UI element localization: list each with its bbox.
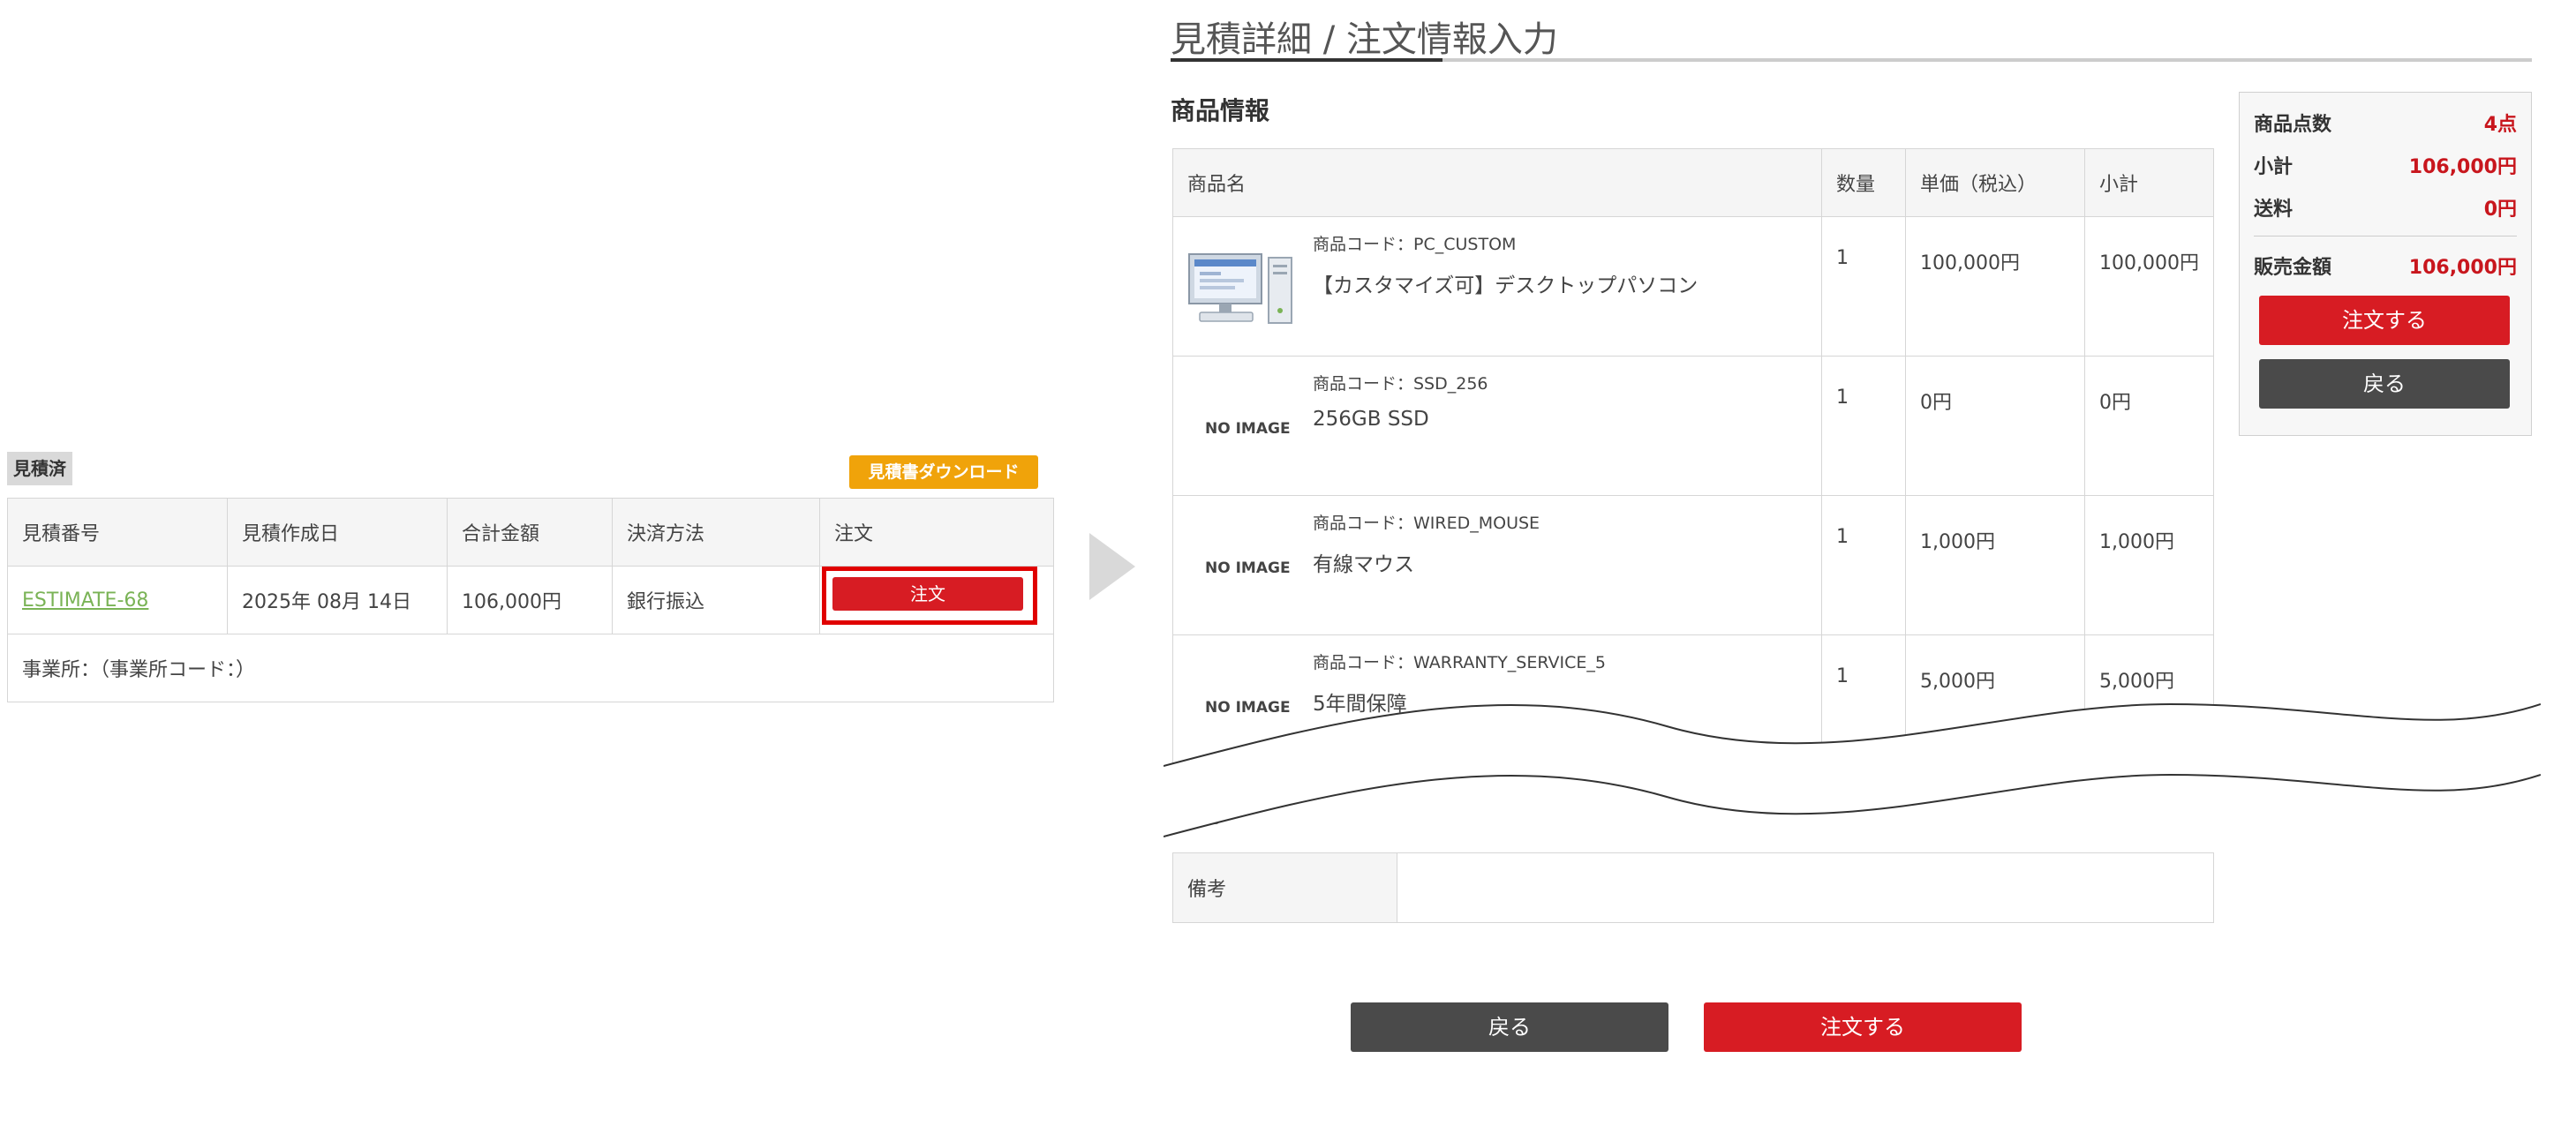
product-code: 商品コード：PC_CUSTOM xyxy=(1313,235,1517,254)
note-table: 備考 xyxy=(1172,852,2214,923)
estimate-number-link[interactable]: ESTIMATE-68 xyxy=(22,589,148,612)
section-title: 商品情報 xyxy=(1171,96,1270,125)
product-name: 256GB SSD xyxy=(1313,408,1429,431)
col-payment: 決済方法 xyxy=(612,498,820,567)
no-image-placeholder: NO IMAGE xyxy=(1205,559,1291,577)
back-button[interactable]: 戻る xyxy=(1351,1002,1668,1052)
product-code: 商品コード：WARRANTY_SERVICE_5 xyxy=(1313,653,1606,672)
product-cell: NO IMAGE 商品コード：SSD_256 256GB SSD xyxy=(1172,356,1822,496)
table-row: ESTIMATE-68 2025年 08月 14日 106,000円 銀行振込 … xyxy=(7,566,1054,634)
summary-subtotal-label: 小計 xyxy=(2254,156,2294,178)
product-subtotal: 100,000円 xyxy=(2084,216,2214,357)
note-label: 備考 xyxy=(1172,852,1397,923)
estimate-table: 見積番号 見積作成日 合計金額 決済方法 注文 ESTIMATE-68 2025… xyxy=(7,498,1054,702)
product-qty: 1 xyxy=(1821,356,1906,496)
col-subtotal: 小計 xyxy=(2084,148,2214,217)
col-estimate-number: 見積番号 xyxy=(7,498,228,567)
product-subtotal: 0円 xyxy=(2084,356,2214,496)
product-code: 商品コード：SSD_256 xyxy=(1313,374,1488,394)
estimate-download-button[interactable]: 見積書ダウンロード xyxy=(849,455,1038,489)
summary-back-button[interactable]: 戻る xyxy=(2259,359,2510,409)
summary-subtotal-value: 106,000円 xyxy=(2408,156,2517,178)
col-total: 合計金額 xyxy=(447,498,613,567)
summary-order-button[interactable]: 注文する xyxy=(2259,296,2510,345)
status-badge: 見積済 xyxy=(7,452,72,485)
product-qty: 1 xyxy=(1821,495,1906,635)
estimate-date: 2025年 08月 14日 xyxy=(227,566,448,634)
order-cell: 注文 xyxy=(819,566,1054,634)
product-cell: NO IMAGE 商品コード：WIRED_MOUSE 有線マウス xyxy=(1172,495,1822,635)
summary-subtotal: 小計 106,000円 xyxy=(2254,151,2517,179)
col-order: 注文 xyxy=(819,498,1054,567)
page-title: 見積詳細 / 注文情報入力 xyxy=(1171,19,1558,60)
product-cell: 商品コード：PC_CUSTOM 【カスタマイズ可】デスクトップパソコン xyxy=(1172,216,1822,357)
payment-method: 銀行振込 xyxy=(612,566,820,634)
product-qty: 1 xyxy=(1821,216,1906,357)
office-info: 事業所：（事業所コード：） xyxy=(7,634,1054,702)
place-order-button[interactable]: 注文する xyxy=(1704,1002,2022,1052)
product-code: 商品コード：WIRED_MOUSE xyxy=(1313,514,1540,533)
product-subtotal: 1,000円 xyxy=(2084,495,2214,635)
col-product-name: 商品名 xyxy=(1172,148,1822,217)
product-name: 【カスタマイズ可】デスクトップパソコン xyxy=(1313,274,1699,297)
col-unit-price: 単価（税込） xyxy=(1905,148,2085,217)
product-table: 商品名 数量 単価（税込） 小計 商品コード：PC_CUSTOM 【カスタマイズ xyxy=(1172,148,2214,775)
product-table-header: 商品名 数量 単価（税込） 小計 xyxy=(1172,148,2214,217)
title-underline-accent xyxy=(1171,58,1442,62)
table-row: NO IMAGE 商品コード：WIRED_MOUSE 有線マウス 1 1,000… xyxy=(1172,495,2214,635)
table-row: 備考 xyxy=(1172,852,2214,923)
summary-total-label: 販売金額 xyxy=(2254,257,2332,279)
note-field[interactable] xyxy=(1397,852,2214,923)
desktop-pc-icon xyxy=(1188,253,1292,324)
col-estimate-date: 見積作成日 xyxy=(227,498,448,567)
product-price: 1,000円 xyxy=(1905,495,2085,635)
order-button[interactable]: 注文 xyxy=(832,577,1023,611)
table-row: NO IMAGE 商品コード：SSD_256 256GB SSD 1 0円 0円 xyxy=(1172,356,2214,496)
summary-total-value: 106,000円 xyxy=(2408,257,2517,279)
summary-count-value: 4点 xyxy=(2483,114,2517,136)
estimate-table-header: 見積番号 見積作成日 合計金額 決済方法 注文 xyxy=(7,498,1054,567)
product-price: 100,000円 xyxy=(1905,216,2085,357)
estimate-total: 106,000円 xyxy=(447,566,613,634)
summary-count-label: 商品点数 xyxy=(2254,114,2332,136)
summary-shipping-label: 送料 xyxy=(2254,199,2294,221)
omission-wave-mark xyxy=(1164,702,2541,837)
arrow-right-icon xyxy=(1089,533,1135,600)
no-image-placeholder: NO IMAGE xyxy=(1205,420,1291,438)
summary-shipping-value: 0円 xyxy=(2483,199,2517,221)
summary-total: 販売金額 106,000円 xyxy=(2254,251,2517,280)
product-name: 有線マウス xyxy=(1313,553,1414,576)
estimate-number-cell: ESTIMATE-68 xyxy=(7,566,228,634)
table-row: 事業所：（事業所コード：） xyxy=(7,634,1054,702)
order-summary: 商品点数 4点 小計 106,000円 送料 0円 販売金額 106,000円 … xyxy=(2239,92,2532,436)
summary-shipping: 送料 0円 xyxy=(2254,193,2517,221)
table-row: 商品コード：PC_CUSTOM 【カスタマイズ可】デスクトップパソコン 1 10… xyxy=(1172,216,2214,357)
summary-count: 商品点数 4点 xyxy=(2254,109,2517,137)
product-price: 0円 xyxy=(1905,356,2085,496)
col-quantity: 数量 xyxy=(1821,148,1906,217)
